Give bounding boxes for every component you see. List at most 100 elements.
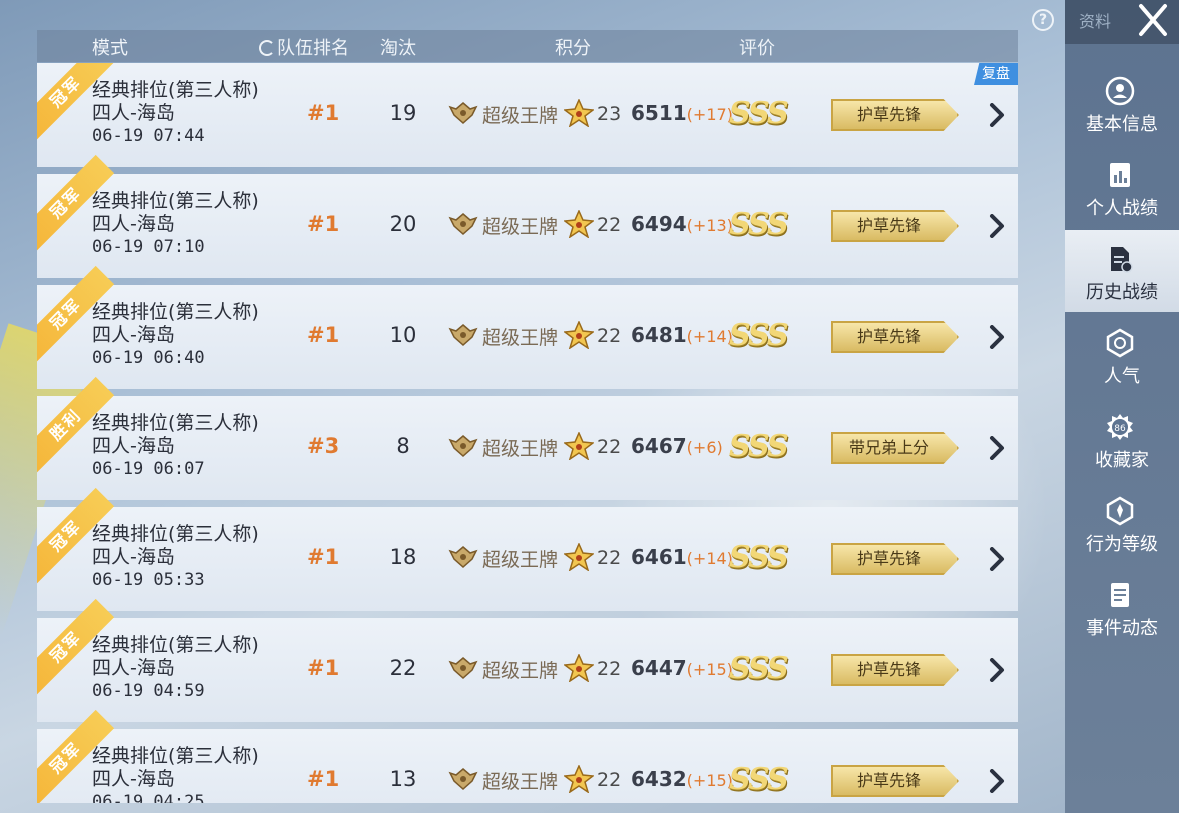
kill-count: 22: [389, 656, 417, 680]
title-badge: 护草先锋: [831, 654, 959, 686]
kill-count: 8: [396, 434, 410, 458]
tier-label: 超级王牌: [482, 105, 559, 127]
sidebar-item-label: 基本信息: [1086, 114, 1158, 135]
match-mode-block: 经典排位(第三人称) 四人-海岛 06-19 06:40: [92, 301, 259, 370]
team-rank: #1: [307, 101, 340, 125]
match-time: 06-19 06:07: [92, 459, 205, 479]
match-row[interactable]: 冠军 经典排位(第三人称) 四人-海岛 06-19 07:10 #1 20 超级…: [37, 154, 1018, 278]
match-mode: 经典排位(第三人称): [92, 523, 259, 545]
chevron-right-icon[interactable]: [988, 769, 1006, 793]
collector-icon: 86: [1107, 414, 1133, 440]
match-row[interactable]: 冠军 经典排位(第三人称) 四人-海岛 06-19 04:25 #1 13 超级…: [37, 709, 1018, 803]
title-badge: 护草先锋: [831, 99, 959, 131]
header-kills: 淘汰: [380, 38, 416, 59]
title-badge: 护草先锋: [831, 765, 959, 797]
score-delta: (+17): [686, 105, 733, 124]
star-icon: [564, 210, 594, 238]
match-time: 06-19 07:10: [92, 237, 205, 257]
chevron-right-icon[interactable]: [988, 436, 1006, 460]
match-time: 06-19 06:40: [92, 348, 205, 368]
match-row[interactable]: 冠军 经典排位(第三人称) 四人-海岛 06-19 07:44 #1 19 超级…: [37, 63, 1018, 167]
sidebar-item-label: 个人战绩: [1086, 198, 1158, 219]
match-mode-block: 经典排位(第三人称) 四人-海岛 06-19 04:25: [92, 745, 259, 803]
history-icon: [1111, 247, 1133, 273]
chevron-right-icon[interactable]: [988, 214, 1006, 238]
chevron-right-icon[interactable]: [988, 103, 1006, 127]
header-points: 积分: [555, 38, 591, 59]
table-header: 模式 队伍排名 淘汰 积分 评价: [37, 30, 1018, 62]
tier-emblem-icon: [448, 102, 478, 125]
team-rank: #3: [307, 434, 340, 458]
match-time: 06-19 04:25: [92, 792, 205, 803]
team-rank: #1: [307, 323, 340, 347]
match-row[interactable]: 胜利 经典排位(第三人称) 四人-海岛 06-19 06:07 #3 8 超级王…: [37, 376, 1018, 500]
rating-grade: SSS: [729, 651, 789, 686]
sidebar-item-stats[interactable]: 个人战绩: [1065, 146, 1179, 228]
rating-grade: SSS: [729, 318, 789, 353]
star-icon: [564, 321, 594, 349]
star-count: 22: [597, 658, 622, 680]
sidebar-item-label: 人气: [1104, 366, 1140, 387]
team-rank: #1: [307, 656, 340, 680]
match-row[interactable]: 冠军 经典排位(第三人称) 四人-海岛 06-19 05:33 #1 18 超级…: [37, 487, 1018, 611]
sidebar-item-history[interactable]: 历史战绩: [1065, 230, 1179, 312]
sidebar-item-label: 事件动态: [1086, 618, 1158, 639]
match-mode-block: 经典排位(第三人称) 四人-海岛 06-19 07:44: [92, 79, 259, 148]
score-delta: (+13): [686, 216, 733, 235]
match-mode: 经典排位(第三人称): [92, 301, 259, 323]
team-rank: #1: [307, 212, 340, 236]
help-icon[interactable]: ?: [1032, 9, 1054, 31]
score-delta: (+6): [686, 438, 723, 457]
match-map: 四人-海岛: [92, 435, 175, 457]
star-icon: [564, 432, 594, 460]
match-map: 四人-海岛: [92, 102, 175, 124]
sidebar-item-popularity[interactable]: 人气: [1065, 314, 1179, 396]
sidebar-item-collector[interactable]: 86 收藏家: [1065, 398, 1179, 480]
rank-score: 6511(+17): [631, 101, 733, 125]
refresh-icon[interactable]: [259, 40, 275, 56]
rank-score: 6467(+6): [631, 434, 723, 458]
stats-icon: [1110, 163, 1130, 187]
match-history-list[interactable]: 冠军 经典排位(第三人称) 四人-海岛 06-19 07:44 #1 19 超级…: [37, 63, 1018, 803]
star-icon: [564, 543, 594, 571]
kill-count: 10: [389, 323, 417, 347]
match-mode: 经典排位(第三人称): [92, 412, 259, 434]
close-icon[interactable]: [1133, 2, 1173, 38]
chevron-right-icon[interactable]: [988, 325, 1006, 349]
rating-grade: SSS: [729, 762, 789, 797]
profile-icon: [1105, 76, 1135, 106]
sidebar-item-label: 历史战绩: [1086, 282, 1158, 303]
header-team-rank[interactable]: 队伍排名: [259, 34, 349, 60]
chevron-right-icon[interactable]: [988, 547, 1006, 571]
rank-score: 6447(+15): [631, 656, 733, 680]
match-row[interactable]: 冠军 经典排位(第三人称) 四人-海岛 06-19 06:40 #1 10 超级…: [37, 265, 1018, 389]
match-mode-block: 经典排位(第三人称) 四人-海岛 06-19 07:10: [92, 190, 259, 259]
star-count: 22: [597, 547, 622, 569]
sidebar-item-events[interactable]: 事件动态: [1065, 566, 1179, 648]
rating-grade: SSS: [729, 429, 789, 464]
match-mode: 经典排位(第三人称): [92, 79, 259, 101]
title-badge: 护草先锋: [831, 321, 959, 353]
title-badge: 护草先锋: [831, 543, 959, 575]
tier-emblem-icon: [448, 324, 478, 347]
sidebar-item-profile[interactable]: 基本信息: [1065, 62, 1179, 144]
title-badge: 护草先锋: [831, 210, 959, 242]
match-map: 四人-海岛: [92, 546, 175, 568]
match-mode-block: 经典排位(第三人称) 四人-海岛 06-19 04:59: [92, 634, 259, 703]
match-time: 06-19 07:44: [92, 126, 205, 146]
star-count: 22: [597, 436, 622, 458]
match-row[interactable]: 冠军 经典排位(第三人称) 四人-海岛 06-19 04:59 #1 22 超级…: [37, 598, 1018, 722]
sidebar: 资料 基本信息 个人战绩 历史战绩 人气 86 收藏家 行为等级 事件动态: [1065, 0, 1179, 813]
match-mode: 经典排位(第三人称): [92, 190, 259, 212]
team-rank: #1: [307, 767, 340, 791]
header-mode: 模式: [92, 38, 128, 59]
kill-count: 19: [389, 101, 417, 125]
replay-tag[interactable]: 复盘: [974, 63, 1018, 85]
sidebar-item-behavior[interactable]: 行为等级: [1065, 482, 1179, 564]
rank-score: 6461(+14): [631, 545, 733, 569]
tier-label: 超级王牌: [482, 327, 559, 349]
chevron-right-icon[interactable]: [988, 658, 1006, 682]
tier-emblem-icon: [448, 657, 478, 680]
team-rank: #1: [307, 545, 340, 569]
tier-label: 超级王牌: [482, 549, 559, 571]
